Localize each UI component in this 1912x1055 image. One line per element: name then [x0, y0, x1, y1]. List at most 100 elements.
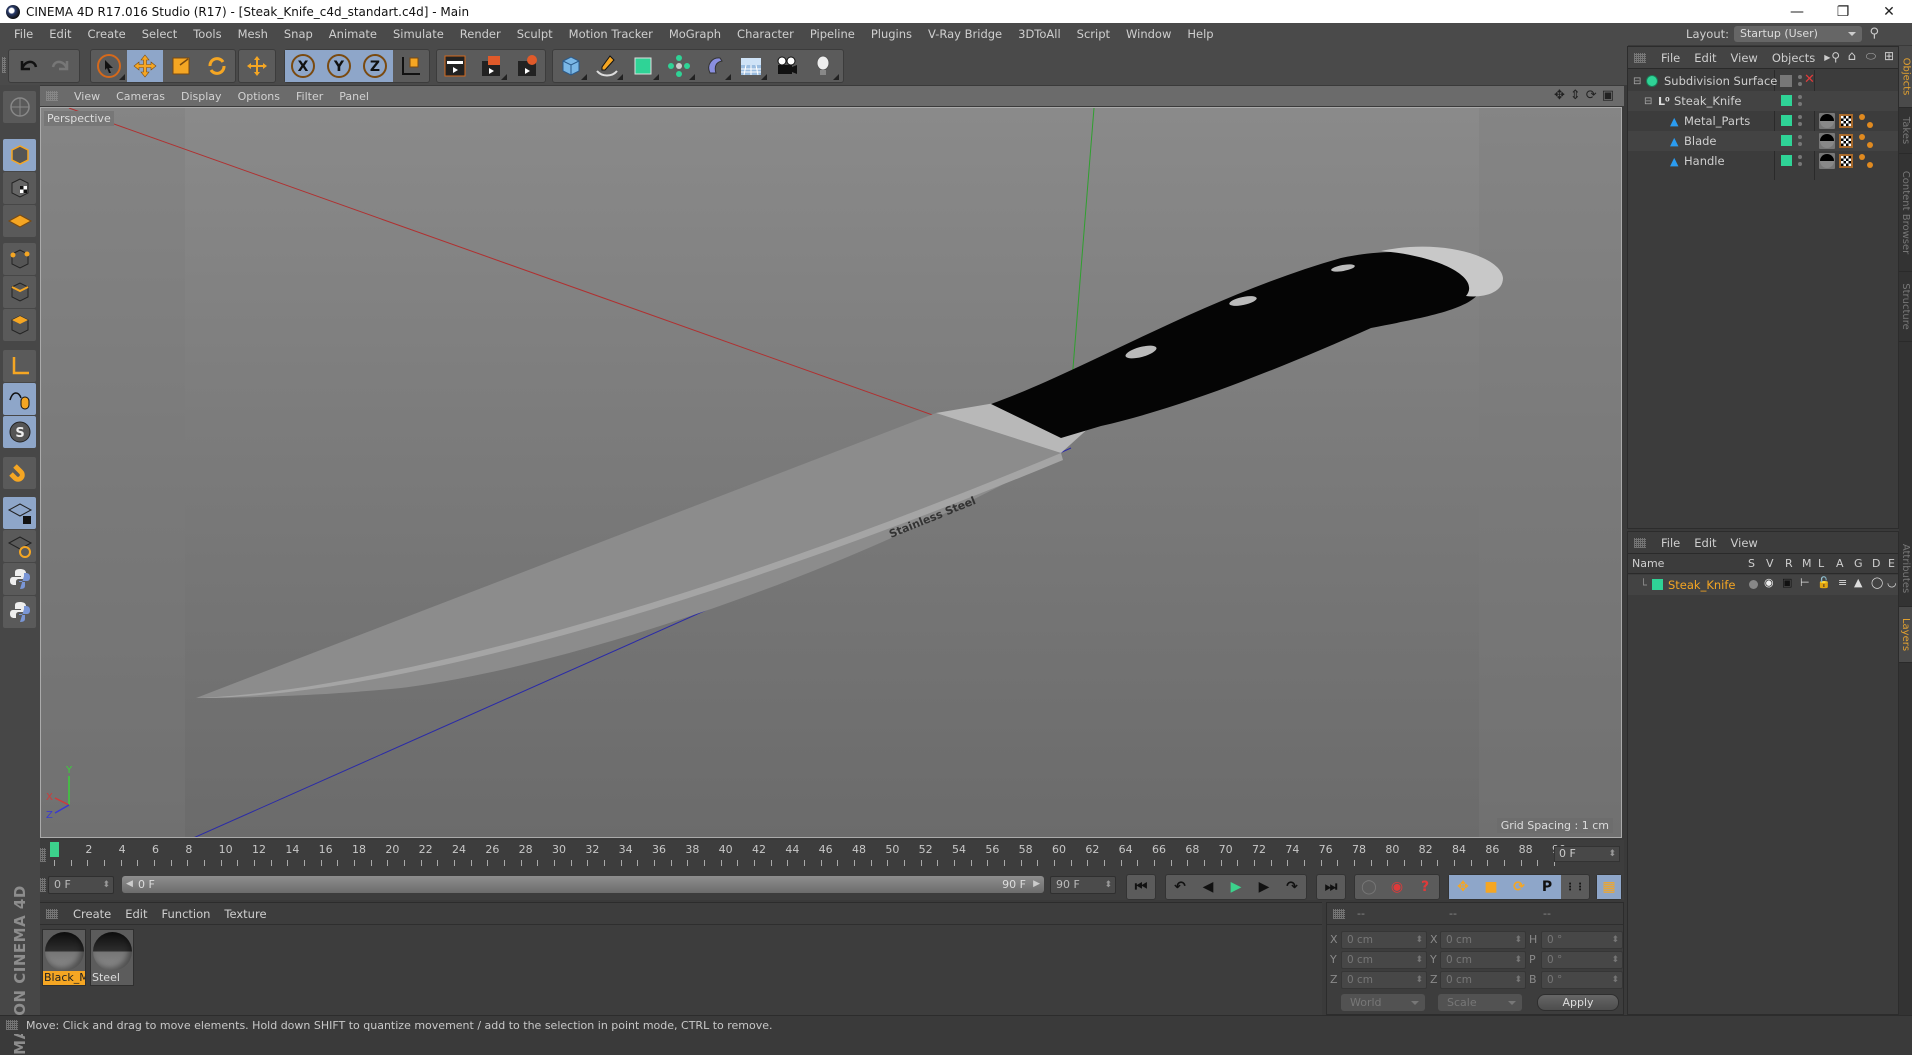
- layer-solo-icon[interactable]: [1749, 580, 1758, 589]
- goto-start-icon[interactable]: ⏮: [1127, 875, 1155, 899]
- key-pla-icon[interactable]: ⋮⋮: [1561, 875, 1589, 899]
- restore-button[interactable]: ❐: [1820, 0, 1866, 23]
- menu-window[interactable]: Window: [1118, 27, 1179, 41]
- viewport-menu-display[interactable]: Display: [173, 90, 230, 103]
- previous-frame-icon[interactable]: ◀: [1194, 875, 1222, 899]
- pos-z-field[interactable]: 0 cm: [1341, 971, 1427, 989]
- current-frame-field[interactable]: 0 F: [1554, 846, 1620, 862]
- object-name[interactable]: Metal_Parts: [1684, 114, 1750, 128]
- menu-file[interactable]: File: [6, 27, 41, 41]
- timeline-ruler[interactable]: 0246810121416182022242628303234363840424…: [40, 840, 1624, 870]
- viewport-menu-view[interactable]: View: [66, 90, 108, 103]
- menu-3dtoall[interactable]: 3DToAll: [1010, 27, 1069, 41]
- phong-tag-icon[interactable]: [1859, 114, 1873, 128]
- range-left-arrow-icon[interactable]: ◀: [126, 876, 133, 893]
- object-row[interactable]: ▲ Blade: [1628, 131, 1898, 151]
- rot-h-field[interactable]: 0 °: [1541, 931, 1623, 949]
- goto-end-icon[interactable]: ⏭: [1317, 875, 1345, 899]
- range-right-arrow-icon[interactable]: ▶: [1033, 876, 1040, 893]
- menu-tools[interactable]: Tools: [185, 27, 229, 41]
- menu-select[interactable]: Select: [134, 27, 185, 41]
- world-coordinate-icon[interactable]: [393, 50, 429, 82]
- floor-environment-icon[interactable]: [733, 50, 769, 82]
- material-tag-icon[interactable]: [1819, 153, 1835, 169]
- om-menu-objects[interactable]: Objects: [1765, 51, 1822, 65]
- tab-takes[interactable]: Takes: [1899, 108, 1912, 154]
- play-icon[interactable]: ▶: [1222, 875, 1250, 899]
- render-picture-viewer-icon[interactable]: [473, 50, 509, 82]
- layer-render-icon[interactable]: ▣: [1782, 576, 1792, 589]
- size-x-field[interactable]: 0 cm: [1440, 931, 1526, 949]
- menu-script[interactable]: Script: [1069, 27, 1118, 41]
- menu-motion-tracker[interactable]: Motion Tracker: [561, 27, 661, 41]
- col-locked[interactable]: L: [1818, 557, 1824, 570]
- object-name[interactable]: Blade: [1684, 134, 1717, 148]
- visibility-dot-icon[interactable]: [1798, 135, 1802, 139]
- material-tag-icon[interactable]: [1819, 133, 1835, 149]
- viewport-grip[interactable]: [46, 91, 58, 101]
- col-name[interactable]: Name: [1632, 557, 1664, 570]
- key-scale-icon[interactable]: ■: [1477, 875, 1505, 899]
- layer-lock-icon[interactable]: 🔓: [1817, 576, 1831, 589]
- frame-range-slider[interactable]: ◀ 0 F 90 F ▶: [122, 876, 1044, 893]
- material-menu-function[interactable]: Function: [155, 907, 218, 921]
- tab-layers[interactable]: Layers: [1899, 607, 1912, 663]
- viewport-menu-panel[interactable]: Panel: [331, 90, 377, 103]
- menu-sculpt[interactable]: Sculpt: [509, 27, 561, 41]
- toolbar-grip[interactable]: [2, 57, 6, 73]
- object-row[interactable]: ▲ Metal_Parts: [1628, 111, 1898, 131]
- scale-icon[interactable]: [163, 50, 199, 82]
- material-grip[interactable]: [46, 909, 58, 919]
- tab-structure[interactable]: Structure: [1899, 272, 1912, 342]
- tree-collapse-icon[interactable]: ⊟: [1644, 96, 1652, 107]
- key-rotation-icon[interactable]: ⟳: [1505, 875, 1533, 899]
- lock-workplane-icon[interactable]: [3, 497, 36, 529]
- size-z-field[interactable]: 0 cm: [1440, 971, 1526, 989]
- timeline-window-icon[interactable]: ▦: [1597, 875, 1621, 899]
- layer-animation-icon[interactable]: ≡: [1838, 576, 1847, 589]
- tab-attributes[interactable]: Attributes: [1899, 531, 1912, 607]
- object-row[interactable]: ⊟ Subdivision Surface ✕: [1628, 71, 1898, 91]
- render-view-icon[interactable]: [437, 50, 473, 82]
- close-button[interactable]: ✕: [1866, 0, 1912, 23]
- layer-name[interactable]: Steak_Knife: [1668, 578, 1736, 592]
- om-menu-edit[interactable]: Edit: [1687, 51, 1723, 65]
- disabled-x-icon[interactable]: ✕: [1804, 72, 1815, 87]
- layer-generators-icon[interactable]: ▲: [1854, 576, 1862, 589]
- layer-deformers-icon[interactable]: ◯: [1871, 576, 1883, 589]
- visibility-dot-icon[interactable]: [1798, 162, 1802, 166]
- layer-color-icon[interactable]: [1781, 95, 1792, 106]
- col-expressions[interactable]: E: [1888, 557, 1895, 570]
- key-parameter-icon[interactable]: P: [1533, 875, 1561, 899]
- uvw-tag-icon[interactable]: [1839, 154, 1853, 168]
- texture-mode-icon[interactable]: [3, 172, 36, 204]
- om-new-window-icon[interactable]: ⊞: [1884, 49, 1894, 63]
- layer-color-icon[interactable]: [1781, 135, 1792, 146]
- material-tag-icon[interactable]: [1819, 113, 1835, 129]
- python-script-icon-2[interactable]: [3, 596, 36, 628]
- phong-tag-icon[interactable]: [1859, 134, 1873, 148]
- viewport-dolly-icon[interactable]: ⇕: [1570, 88, 1581, 103]
- material-menu-texture[interactable]: Texture: [217, 907, 273, 921]
- om-search-icon[interactable]: ⚲: [1831, 50, 1840, 64]
- material-swatch[interactable]: Steel: [90, 929, 134, 986]
- col-solo[interactable]: S: [1748, 557, 1755, 570]
- col-deformers[interactable]: D: [1872, 557, 1880, 570]
- visibility-dot-icon[interactable]: [1798, 142, 1802, 146]
- pos-x-field[interactable]: 0 cm: [1341, 931, 1427, 949]
- x-axis-icon[interactable]: X: [285, 50, 321, 82]
- menu-pipeline[interactable]: Pipeline: [802, 27, 863, 41]
- uvw-tag-icon[interactable]: [1839, 134, 1853, 148]
- visibility-dot-icon[interactable]: [1798, 122, 1802, 126]
- select-arrow-icon[interactable]: [91, 50, 127, 82]
- visibility-dot-icon[interactable]: [1798, 75, 1802, 79]
- size-y-field[interactable]: 0 cm: [1440, 951, 1526, 969]
- tab-content-browser[interactable]: Content Browser: [1899, 154, 1912, 272]
- object-row[interactable]: ▲ Handle: [1628, 151, 1898, 171]
- menu-mograph[interactable]: MoGraph: [661, 27, 729, 41]
- phong-tag-icon[interactable]: [1859, 154, 1873, 168]
- minimize-button[interactable]: —: [1774, 0, 1820, 23]
- solo-icon[interactable]: S: [3, 416, 36, 448]
- next-frame-icon[interactable]: ▶: [1250, 875, 1278, 899]
- lm-menu-file[interactable]: File: [1654, 536, 1687, 550]
